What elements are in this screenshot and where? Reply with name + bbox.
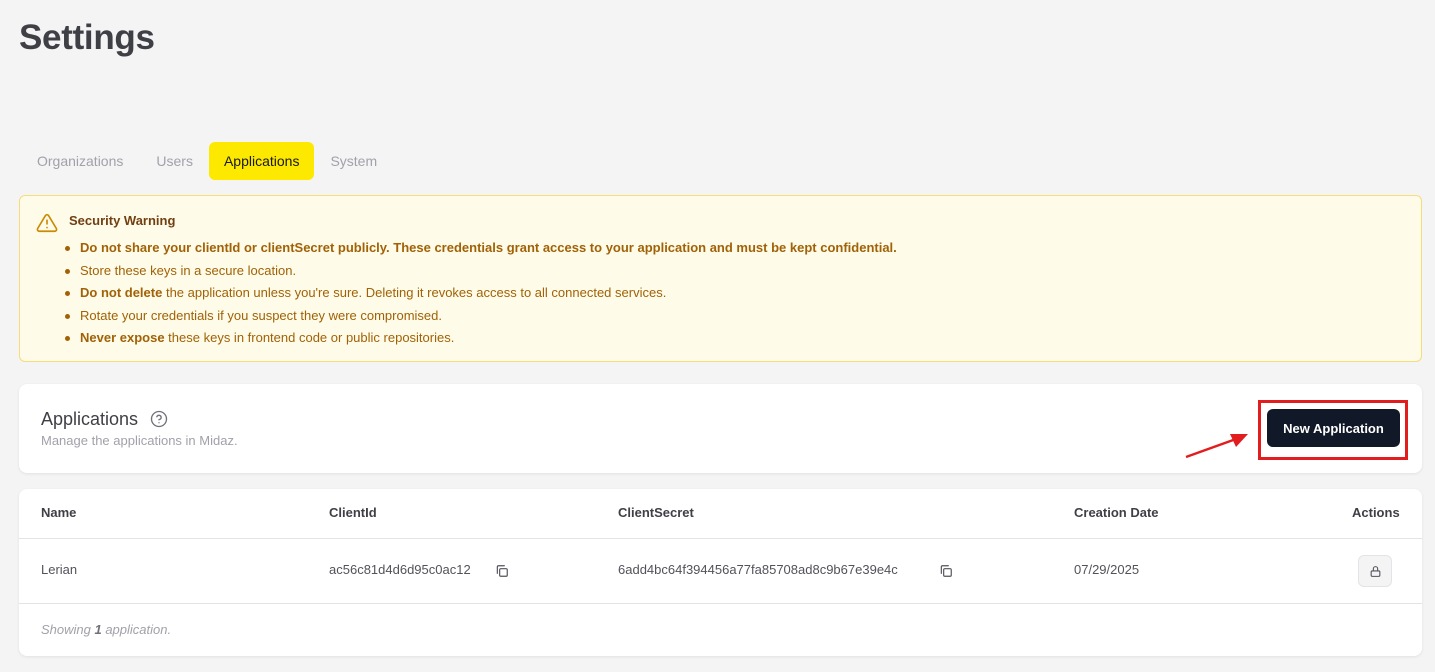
column-header-creation-date: Creation Date (1074, 505, 1159, 520)
warning-item: Do not delete the application unless you… (65, 282, 897, 305)
column-header-actions: Actions (1352, 505, 1400, 520)
warning-item: Store these keys in a secure location. (65, 260, 897, 283)
page-title: Settings (19, 18, 155, 57)
copy-clientsecret-icon[interactable] (939, 564, 953, 578)
security-warning-banner: Security Warning Do not share your clien… (19, 195, 1422, 362)
warning-list: Do not share your clientId or clientSecr… (65, 237, 897, 350)
arrow-annotation-icon (1185, 434, 1248, 459)
cell-clientid: ac56c81d4d6d95c0ac12 (329, 562, 471, 577)
warning-item: Rotate your credentials if you suspect t… (65, 305, 897, 328)
column-header-name: Name (41, 505, 77, 520)
column-header-clientsecret: ClientSecret (618, 505, 694, 520)
lock-icon (1370, 565, 1380, 577)
warning-item: Never expose these keys in frontend code… (65, 327, 897, 350)
action-button[interactable] (1358, 555, 1392, 587)
new-application-button[interactable]: New Application (1267, 409, 1400, 447)
table-footer: Showing 1 application. (41, 622, 172, 637)
cell-creation-date: 07/29/2025 (1074, 562, 1140, 577)
applications-title: Applications (41, 409, 139, 429)
applications-table: Name ClientId ClientSecret Creation Date… (19, 489, 1422, 656)
tab-users[interactable]: Users (141, 142, 208, 180)
tab-applications[interactable]: Applications (208, 142, 315, 180)
warning-item: Do not share your clientId or clientSecr… (65, 237, 897, 260)
divider (19, 538, 1422, 539)
applications-subtitle: Manage the applications in Midaz. (41, 433, 238, 448)
cell-name: Lerian (41, 562, 78, 577)
tab-organizations[interactable]: Organizations (22, 142, 138, 180)
copy-clientid-icon[interactable] (495, 564, 509, 578)
tab-system[interactable]: System (315, 142, 392, 180)
warning-title: Security Warning (69, 213, 176, 228)
column-header-clientid: ClientId (329, 505, 377, 520)
warning-triangle-icon (36, 213, 58, 233)
help-circle-icon[interactable] (150, 410, 168, 428)
settings-tabs: Organizations Users Applications System (22, 142, 393, 180)
cell-clientsecret: 6add4bc64f394456a77fa85708ad8c9b67e39e4c (618, 562, 898, 577)
divider (19, 603, 1422, 604)
